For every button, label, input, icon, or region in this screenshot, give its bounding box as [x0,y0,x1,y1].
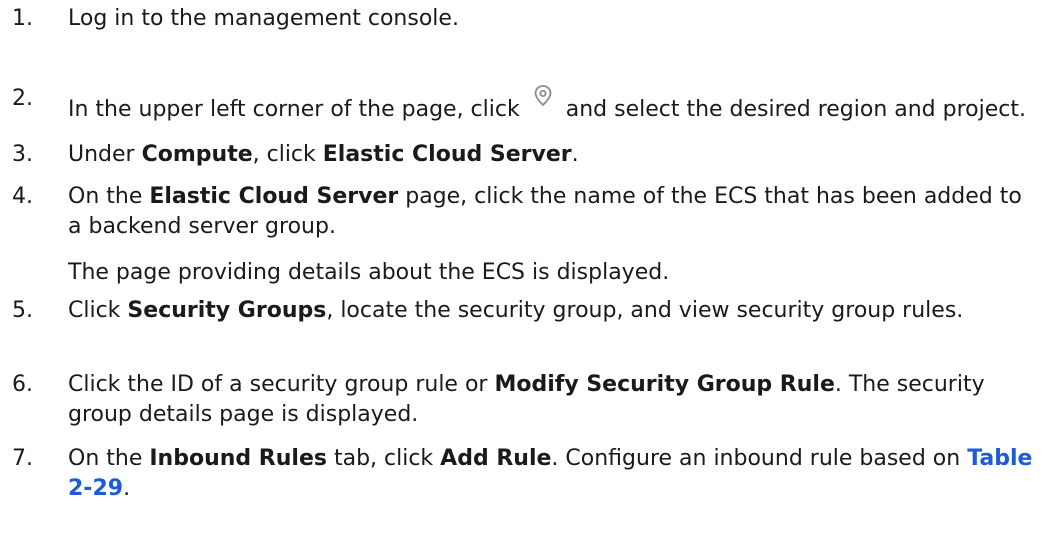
step-number: 2. [12,86,33,111]
step-number: 4. [12,184,33,209]
step-number: 7. [12,446,33,471]
step-3: 3. Under Compute, click Elastic Cloud Se… [0,140,1055,182]
procedure-steps: 1. Log in to the management console. 2. … [0,0,1055,504]
step-6: 6. Click the ID of a security group rule… [0,370,1055,444]
step-number: 6. [12,372,33,397]
step-text: Under Compute, click Elastic Cloud Serve… [68,142,579,167]
step-text: In the upper left corner of the page, cl… [68,64,1035,125]
step-text: Log in to the management console. [68,6,459,31]
step-number: 1. [12,6,33,31]
step-7: 7. On the Inbound Rules tab, click Add R… [0,444,1055,504]
step-text: Click the ID of a security group rule or… [68,372,985,427]
step-number: 3. [12,142,33,167]
step-text: Click Security Groups, locate the securi… [68,298,964,323]
step-2: 2. In the upper left corner of the page,… [0,64,1055,138]
step-result: The page providing details about the ECS… [68,260,670,285]
step-1: 1. Log in to the management console. [0,4,1055,50]
step-4: 4. On the Elastic Cloud Server page, cli… [0,182,1055,296]
step-5: 5. Click Security Groups, locate the sec… [0,296,1055,370]
step-text: On the Inbound Rules tab, click Add Rule… [68,446,1033,501]
step-number: 5. [12,298,33,323]
step-text: On the Elastic Cloud Server page, click … [68,184,1022,239]
location-pin-icon[interactable] [526,84,560,112]
